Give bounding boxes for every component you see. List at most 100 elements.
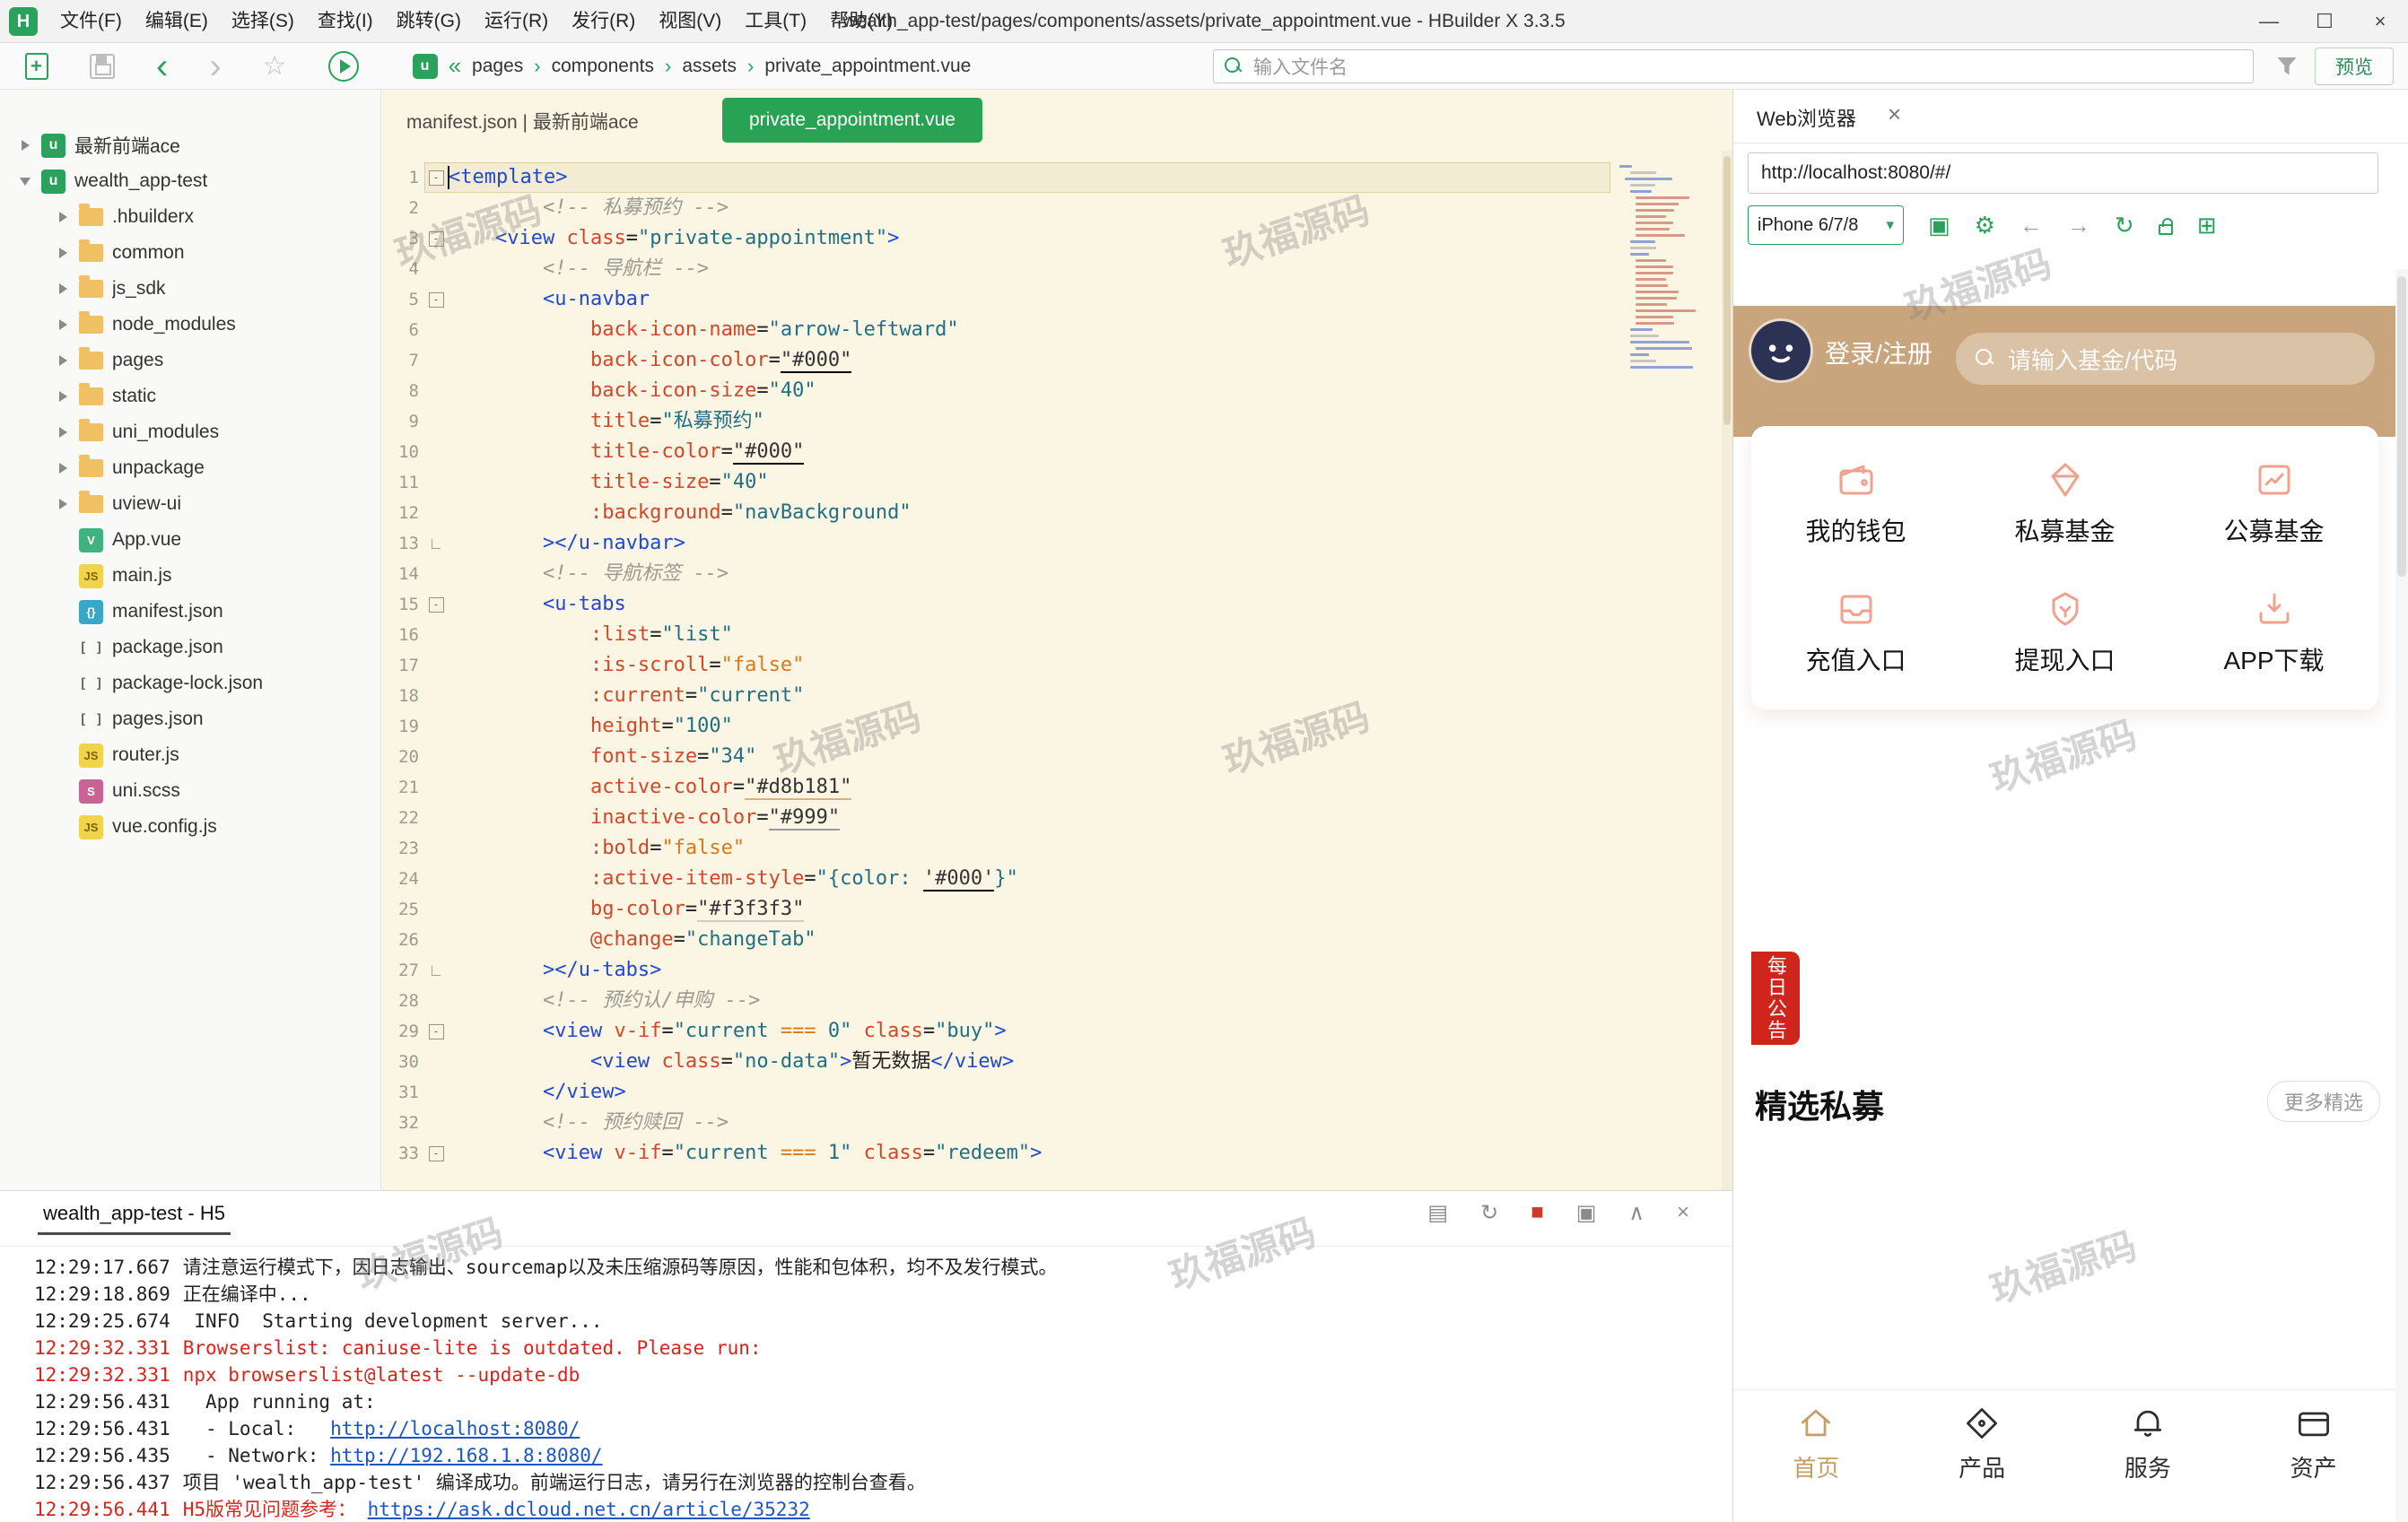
tree-item[interactable]: unpackage <box>0 450 380 486</box>
chevron-right-icon[interactable] <box>50 283 75 294</box>
code-line[interactable]: 9 title="私募预约" <box>381 406 1732 437</box>
tree-item[interactable]: {} manifest.json <box>0 594 380 630</box>
code-line[interactable]: 11 title-size="40" <box>381 467 1732 498</box>
tree-item[interactable]: common <box>0 235 380 271</box>
console-tab[interactable]: wealth_app-test - H5 <box>38 1202 231 1235</box>
code-line[interactable]: 18 :current="current" <box>381 681 1732 711</box>
code-line[interactable]: 27 ></u-tabs> <box>381 955 1732 986</box>
minimize-button[interactable]: — <box>2241 0 2297 43</box>
refresh-icon[interactable]: ↻ <box>2115 213 2134 237</box>
menu-item[interactable]: 编辑(E) <box>134 0 220 43</box>
tabbar-item[interactable]: 资产 <box>2230 1390 2396 1497</box>
chevron-right-icon[interactable] <box>50 391 75 402</box>
tab-manifest-json[interactable]: manifest.json | 最新前端ace <box>406 108 639 135</box>
file-search-input[interactable]: 输入文件名 <box>1213 48 2254 83</box>
code-line[interactable]: 33 <view v-if="current === 1" class="red… <box>381 1138 1732 1169</box>
code-line[interactable]: 16 :list="list" <box>381 620 1732 650</box>
fold-marker-icon[interactable] <box>424 223 448 254</box>
editor-scrollbar-thumb[interactable] <box>1723 156 1731 425</box>
back-icon[interactable]: ‹ <box>156 48 168 84</box>
tabbar-item[interactable]: 服务 <box>2065 1390 2231 1497</box>
tree-item[interactable]: uview-ui <box>0 486 380 522</box>
menu-item[interactable]: 发行(R) <box>560 0 647 43</box>
tab-private-appointment-vue[interactable]: private_appointment.vue <box>722 98 982 143</box>
console-link[interactable]: http://192.168.1.8:8080/ <box>330 1445 602 1466</box>
menu-item[interactable]: 工具(T) <box>733 0 818 43</box>
menu-item[interactable]: 文件(F) <box>48 0 134 43</box>
tree-item[interactable]: static <box>0 378 380 414</box>
tree-item[interactable]: node_modules <box>0 307 380 343</box>
device-select[interactable]: iPhone 6/7/8 ▾ <box>1748 205 1904 245</box>
fold-marker-icon[interactable] <box>424 1016 448 1047</box>
nav-back-icon[interactable]: ← <box>2020 213 2043 237</box>
code-line[interactable]: 4 <!-- 导航栏 --> <box>381 254 1732 284</box>
login-register-link[interactable]: 登录/注册 <box>1825 335 1933 370</box>
code-line[interactable]: 30 <view class="no-data">暂无数据</view> <box>381 1047 1732 1077</box>
menu-item[interactable]: 运行(R) <box>473 0 560 43</box>
clear-log-icon[interactable]: ▤ <box>1427 1200 1448 1226</box>
tree-item[interactable]: JS vue.config.js <box>0 809 380 845</box>
fund-search-input[interactable]: 请输入基金/代码 <box>1956 333 2375 385</box>
console-link[interactable]: https://ask.dcloud.net.cn/article/35232 <box>368 1499 810 1520</box>
fold-marker-icon[interactable] <box>424 589 448 620</box>
code-line[interactable]: 28 <!-- 预约认/申购 --> <box>381 986 1732 1016</box>
chevron-right-icon[interactable] <box>50 427 75 438</box>
lock-icon[interactable] <box>2158 213 2173 237</box>
console-link[interactable]: http://localhost:8080/ <box>330 1418 580 1439</box>
tree-item[interactable]: [ ] pages.json <box>0 701 380 737</box>
breadcrumb-item[interactable]: assets <box>682 56 737 77</box>
grid-item[interactable]: 公募基金 <box>2169 439 2378 568</box>
breadcrumb-item[interactable]: private_appointment.vue <box>764 56 971 77</box>
breadcrumb-item[interactable]: pages <box>472 56 523 77</box>
code-line[interactable]: 31 </view> <box>381 1077 1732 1108</box>
code-line[interactable]: 23 :bold="false" <box>381 833 1732 864</box>
grid-item[interactable]: 我的钱包 <box>1751 439 1960 568</box>
code-line[interactable]: 25 bg-color="#f3f3f3" <box>381 894 1732 925</box>
snapshot-icon[interactable]: ▣ <box>1576 1200 1597 1226</box>
chevron-right-icon[interactable] <box>50 319 75 330</box>
menu-item[interactable]: 查找(I) <box>306 0 385 43</box>
chevron-right-icon[interactable] <box>50 355 75 366</box>
avatar[interactable] <box>1751 321 1810 380</box>
code-line[interactable]: 19 height="100" <box>381 711 1732 742</box>
code-line[interactable]: 8 back-icon-size="40" <box>381 376 1732 406</box>
chevron-right-icon[interactable] <box>50 248 75 258</box>
code-line[interactable]: 7 back-icon-color="#000" <box>381 345 1732 376</box>
collapse-breadcrumb-icon[interactable]: « <box>449 52 461 80</box>
code-line[interactable]: 13 ></u-navbar> <box>381 528 1732 559</box>
tree-item[interactable]: [ ] package.json <box>0 630 380 665</box>
code-line[interactable]: 17 :is-scroll="false" <box>381 650 1732 681</box>
code-line[interactable]: 21 active-color="#d8b181" <box>381 772 1732 803</box>
filter-funnel-icon[interactable] <box>2277 57 2297 75</box>
bookmark-star-icon[interactable]: ☆ <box>263 50 287 82</box>
browser-scrollbar[interactable] <box>2395 269 2408 1522</box>
tree-item[interactable]: pages <box>0 343 380 378</box>
stop-icon[interactable]: ■ <box>1531 1200 1544 1226</box>
fold-marker-icon[interactable] <box>424 955 448 986</box>
rerun-icon[interactable]: ↻ <box>1480 1200 1498 1226</box>
code-area[interactable]: 1<template>2 <!-- 私募预约 -->3 <view class=… <box>381 162 1732 1169</box>
tree-item[interactable]: uni_modules <box>0 414 380 450</box>
grid-item[interactable]: 提现入口 <box>1960 568 2169 697</box>
tree-item[interactable]: u 最新前端ace <box>0 127 380 163</box>
code-line[interactable]: 5 <u-navbar <box>381 284 1732 315</box>
code-line[interactable]: 1 <template> <box>381 162 1732 193</box>
tab-web-browser[interactable]: Web浏览器 <box>1757 103 1856 132</box>
code-line[interactable]: 6 back-icon-name="arrow-leftward" <box>381 315 1732 345</box>
tree-item[interactable]: Suni.scss <box>0 773 380 809</box>
code-line[interactable]: 20 font-size="34" <box>381 742 1732 772</box>
code-line[interactable]: 32 <!-- 预约赎回 --> <box>381 1108 1732 1138</box>
code-line[interactable]: 14 <!-- 导航标签 --> <box>381 559 1732 589</box>
chevron-right-icon[interactable] <box>50 212 75 222</box>
collapse-panel-icon[interactable]: ∧ <box>1628 1200 1645 1226</box>
fold-marker-icon[interactable] <box>424 162 448 193</box>
tabbar-item[interactable]: 首页 <box>1733 1390 1899 1497</box>
tree-item[interactable]: .hbuilderx <box>0 199 380 235</box>
code-line[interactable]: 24 :active-item-style="{color: '#000'}" <box>381 864 1732 894</box>
fold-marker-icon[interactable] <box>424 284 448 315</box>
grid-item[interactable]: 充值入口 <box>1751 568 1960 697</box>
chevron-right-icon[interactable] <box>50 463 75 474</box>
menu-item[interactable]: 跳转(G) <box>385 0 473 43</box>
tree-item[interactable]: JS main.js <box>0 558 380 594</box>
chevron-down-icon[interactable] <box>13 178 38 186</box>
